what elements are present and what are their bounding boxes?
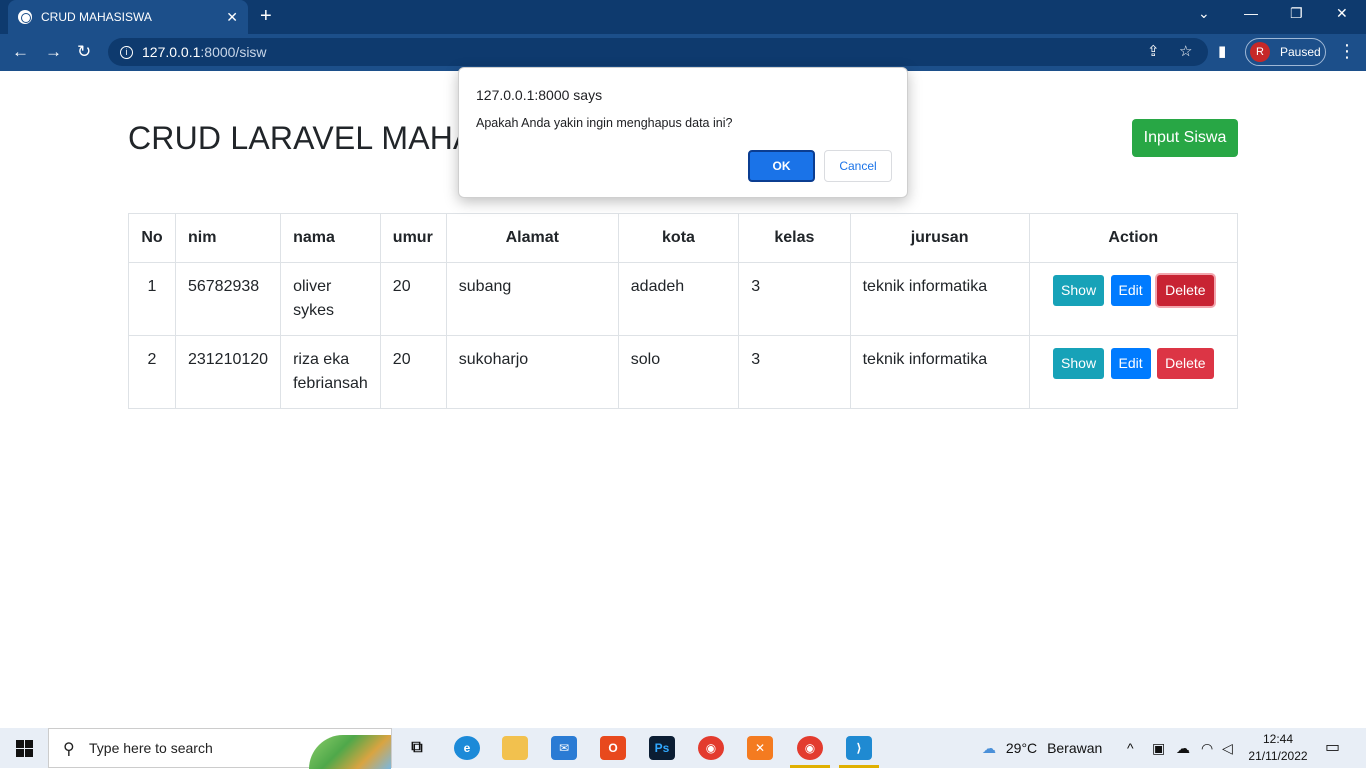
- task-view-icon[interactable]: ⧉: [404, 736, 430, 760]
- cancel-button[interactable]: Cancel: [824, 150, 892, 182]
- bookmark-star-icon[interactable]: ☆: [1179, 42, 1192, 60]
- minimize-icon[interactable]: —: [1244, 5, 1258, 21]
- cell-kelas: 3: [738, 262, 851, 336]
- meet-now-icon[interactable]: ▣: [1152, 728, 1165, 768]
- menu-dots-icon[interactable]: ⋮: [1338, 41, 1356, 62]
- clock-time: 12:44: [1262, 732, 1294, 746]
- cell-kelas: 3: [738, 335, 851, 409]
- show-button[interactable]: Show: [1053, 275, 1105, 306]
- onedrive-icon[interactable]: ☁: [1176, 728, 1190, 768]
- url-host: 127.0.0.1: [142, 44, 201, 60]
- clock-date: 21/11/2022: [1248, 749, 1308, 763]
- cell-nama: oliver sykes: [280, 262, 381, 336]
- file-explorer-icon[interactable]: [502, 736, 528, 760]
- url-path: :8000/sisw: [200, 44, 267, 60]
- cell-no: 1: [128, 262, 176, 336]
- delete-button[interactable]: Delete: [1157, 348, 1214, 379]
- cell-nim: 56782938: [174, 262, 282, 336]
- show-hidden-icons-icon[interactable]: ^: [1127, 728, 1134, 768]
- header-kota: kota: [617, 213, 740, 263]
- show-button[interactable]: Show: [1053, 348, 1105, 379]
- restore-icon[interactable]: ❐: [1290, 5, 1303, 22]
- cell-nama: riza eka febriansah: [280, 335, 381, 409]
- close-window-icon[interactable]: ✕: [1336, 5, 1348, 22]
- header-action: Action: [1028, 213, 1239, 263]
- student-table: No nim nama umur Alamat kota kelas jurus…: [128, 213, 1239, 409]
- tab-strip: CRUD MAHASISWA ✕ + ⌄ — ❐ ✕: [0, 0, 1366, 34]
- edit-button[interactable]: Edit: [1110, 348, 1151, 379]
- chrome-icon[interactable]: ◉: [698, 736, 724, 760]
- mail-icon[interactable]: ✉: [551, 736, 577, 760]
- header-nim: nim: [174, 213, 282, 263]
- header-alamat: Alamat: [445, 213, 619, 263]
- input-siswa-button[interactable]: Input Siswa: [1132, 119, 1238, 157]
- cell-jurusan: teknik informatika: [849, 335, 1030, 409]
- windows-start-icon[interactable]: [16, 740, 33, 757]
- table-header-row: No nim nama umur Alamat kota kelas jurus…: [128, 213, 1239, 263]
- site-info-icon[interactable]: i: [120, 45, 133, 59]
- header-jurusan: jurusan: [849, 213, 1030, 263]
- vscode-icon[interactable]: ⟩: [846, 736, 872, 760]
- cell-actions: Show Edit Delete: [1028, 262, 1239, 336]
- header-kelas: kelas: [738, 213, 851, 263]
- search-icon: ⚲: [63, 741, 75, 758]
- share-icon[interactable]: ⇪: [1147, 42, 1160, 60]
- cell-kota: adadeh: [617, 262, 740, 336]
- search-highlight-illustration: [309, 735, 391, 769]
- weather-widget[interactable]: ☁ 29°C Berawan: [982, 728, 1102, 768]
- forward-icon[interactable]: →: [45, 42, 62, 62]
- cell-jurusan: teknik informatika: [849, 262, 1030, 336]
- table-row: 1 56782938 oliver sykes 20 subang adadeh…: [128, 262, 1239, 336]
- volume-icon[interactable]: ◁: [1222, 728, 1233, 768]
- dialog-title: 127.0.0.1:8000 says: [476, 87, 603, 103]
- header-no: No: [128, 213, 176, 263]
- page-title: CRUD LARAVEL MAHA: [128, 120, 475, 156]
- cell-alamat: subang: [445, 262, 619, 336]
- edit-button[interactable]: Edit: [1110, 275, 1151, 306]
- cloud-icon: ☁: [982, 740, 996, 756]
- wifi-icon[interactable]: ◠: [1201, 728, 1213, 768]
- globe-icon: [18, 10, 32, 24]
- cell-umur: 20: [379, 262, 447, 336]
- new-tab-button[interactable]: +: [260, 5, 272, 28]
- profile-status: Paused: [1280, 45, 1321, 59]
- clock[interactable]: 12:44 21/11/2022: [1248, 731, 1308, 765]
- cell-no: 2: [128, 335, 176, 409]
- cell-alamat: sukoharjo: [445, 335, 619, 409]
- taskbar: ⚲ Type here to search ⧉ e ✉ O Ps ◉ ✕ ◉ ⟩…: [0, 728, 1366, 769]
- weather-temperature: 29°C: [1005, 740, 1038, 756]
- chrome-profile-icon[interactable]: ◉: [797, 736, 823, 760]
- dialog-message: Apakah Anda yakin ingin menghapus data i…: [476, 116, 733, 130]
- cell-kota: solo: [617, 335, 740, 409]
- notifications-icon[interactable]: ▭: [1325, 728, 1340, 768]
- cell-actions: Show Edit Delete: [1028, 335, 1239, 409]
- close-tab-icon[interactable]: ✕: [226, 9, 238, 26]
- profile-button[interactable]: R Paused: [1245, 38, 1326, 66]
- tab-search-icon[interactable]: ⌄: [1198, 5, 1210, 22]
- back-icon[interactable]: ←: [12, 42, 29, 62]
- confirm-dialog: 127.0.0.1:8000 says Apakah Anda yakin in…: [458, 67, 908, 198]
- table-row: 2 231210120 riza eka febriansah 20 sukoh…: [128, 335, 1239, 409]
- cell-nim: 231210120: [174, 335, 282, 409]
- avatar: R: [1250, 42, 1270, 62]
- header-nama: nama: [280, 213, 381, 263]
- taskbar-search-input[interactable]: ⚲ Type here to search: [48, 728, 392, 769]
- side-panel-icon[interactable]: ▮: [1218, 42, 1226, 60]
- header-umur: umur: [379, 213, 447, 263]
- edge-icon[interactable]: e: [454, 736, 480, 760]
- tab-title: CRUD MAHASISWA: [41, 10, 152, 24]
- reload-icon[interactable]: ↻: [77, 42, 91, 62]
- address-bar: ← → ↻ i 127.0.0.1:8000/sisw ⇪ ☆ ▮ R Paus…: [0, 34, 1366, 71]
- search-placeholder: Type here to search: [89, 740, 213, 756]
- delete-button[interactable]: Delete: [1157, 275, 1214, 306]
- url-input[interactable]: i 127.0.0.1:8000/sisw: [108, 38, 1208, 66]
- office-icon[interactable]: O: [600, 736, 626, 760]
- xampp-icon[interactable]: ✕: [747, 736, 773, 760]
- browser-tab[interactable]: CRUD MAHASISWA ✕: [8, 0, 248, 34]
- ok-button[interactable]: OK: [748, 150, 815, 182]
- cell-umur: 20: [379, 335, 447, 409]
- weather-condition: Berawan: [1047, 740, 1103, 756]
- photoshop-icon[interactable]: Ps: [649, 736, 675, 760]
